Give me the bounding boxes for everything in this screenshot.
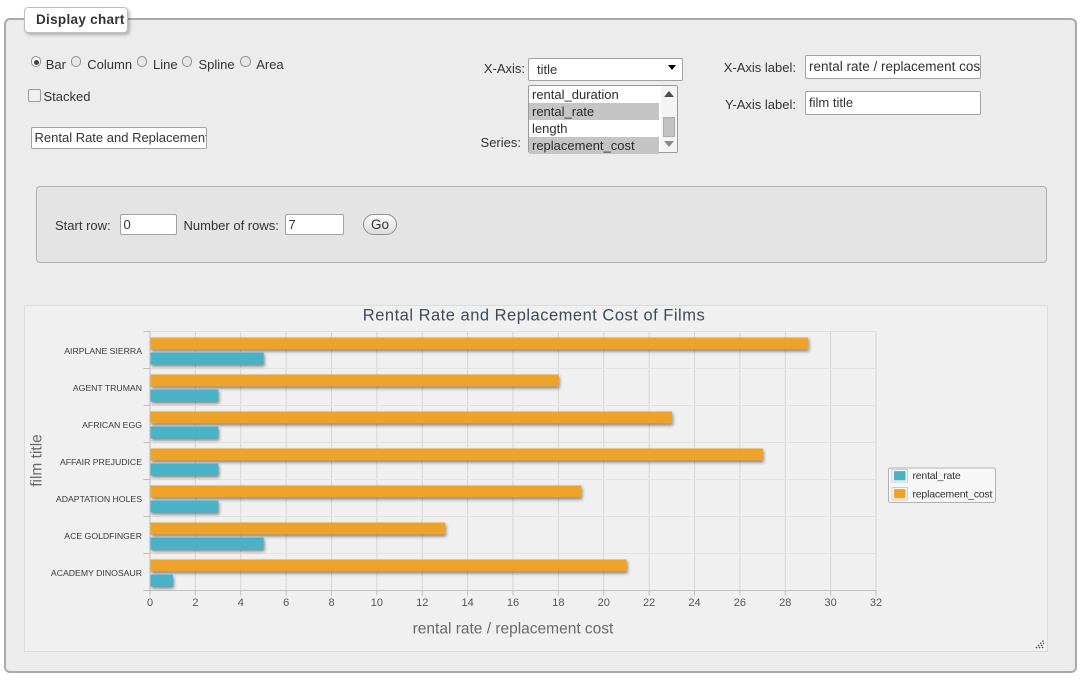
svg-text:ACADEMY DINOSAUR: ACADEMY DINOSAUR	[51, 568, 142, 578]
svg-text:24: 24	[688, 597, 700, 609]
svg-text:14: 14	[462, 597, 474, 609]
svg-text:28: 28	[779, 597, 791, 609]
svg-text:16: 16	[507, 597, 519, 609]
svg-text:20: 20	[598, 597, 610, 609]
svg-text:4: 4	[238, 597, 244, 609]
svg-text:AGENT TRUMAN: AGENT TRUMAN	[73, 383, 142, 393]
svg-text:2: 2	[192, 597, 198, 609]
svg-text:film title: film title	[29, 434, 46, 487]
svg-text:18: 18	[552, 597, 564, 609]
svg-text:Rental Rate and Replacement Co: Rental Rate and Replacement Cost of Film…	[363, 306, 705, 324]
svg-text:rental rate / replacement cost: rental rate / replacement cost	[413, 620, 614, 637]
svg-text:22: 22	[643, 597, 655, 609]
svg-text:12: 12	[416, 597, 428, 609]
svg-text:ADAPTATION HOLES: ADAPTATION HOLES	[56, 494, 142, 504]
svg-text:32: 32	[870, 597, 882, 609]
svg-text:26: 26	[734, 597, 746, 609]
svg-text:6: 6	[283, 597, 289, 609]
svg-text:AFRICAN EGG: AFRICAN EGG	[82, 420, 142, 430]
svg-text:10: 10	[371, 597, 383, 609]
svg-text:rental_rate: rental_rate	[913, 470, 961, 482]
svg-text:ACE GOLDFINGER: ACE GOLDFINGER	[64, 531, 142, 541]
svg-text:replacement_cost: replacement_cost	[913, 488, 993, 500]
svg-text:8: 8	[328, 597, 334, 609]
svg-text:AIRPLANE SIERRA: AIRPLANE SIERRA	[64, 346, 142, 356]
svg-text:AFFAIR PREJUDICE: AFFAIR PREJUDICE	[60, 457, 142, 467]
svg-text:30: 30	[825, 597, 837, 609]
svg-text:0: 0	[147, 597, 153, 609]
